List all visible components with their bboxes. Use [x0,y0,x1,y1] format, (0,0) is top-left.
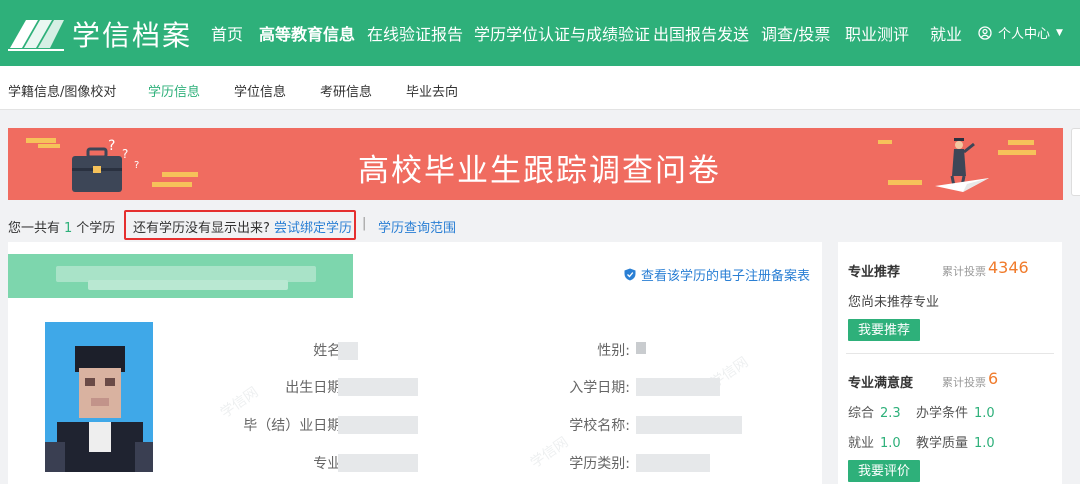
score-overall: 综合 2.3 [848,402,901,421]
value-graduation-redacted [338,416,418,434]
score-overall-value: 2.3 [880,406,901,421]
svg-text:?: ? [134,160,139,171]
paper-plane-icon [935,178,989,192]
question-mark-icon: ? ? ? [108,138,139,171]
brand-name[interactable]: 学信档案 [72,14,192,54]
score-employment-value: 1.0 [880,436,901,451]
value-school-redacted [636,416,742,434]
label-education-type: 学历类别: [569,456,630,472]
nav-employment[interactable]: 就业 [930,21,962,45]
nav-higher-education[interactable]: 高等教育信息 [259,21,355,45]
value-education-type-redacted [636,454,710,472]
top-nav-bar: 学信档案 首页 高等教育信息 在线验证报告 学历学位认证与成绩验证 出国报告发送… [0,0,1080,66]
subnav-status-photo[interactable]: 学籍信息/图像校对 [8,81,116,100]
score-teaching-value: 1.0 [974,436,995,451]
score-employment: 就业 1.0 [848,432,901,451]
redacted-detail [88,280,288,290]
education-count: 1 [64,221,73,236]
recommend-title: 专业推荐 [848,265,901,280]
registration-record-link[interactable]: 查看该学历的电子注册备案表 [624,265,810,284]
satisfaction-votes-label: 累计投票 [942,376,986,389]
education-count-line: 您一共有 1 个学历 [8,217,115,236]
user-circle-icon [978,25,992,40]
value-name-redacted [338,342,358,360]
nav-overseas-report[interactable]: 出国报告发送 [653,21,749,45]
value-gender-redacted [636,342,646,354]
survey-banner[interactable]: ? ? ? 高校毕业生跟踪调查问卷 [8,128,1063,200]
subnav-postgrad-exam[interactable]: 考研信息 [320,81,372,100]
subnav-degree-info[interactable]: 学位信息 [234,81,286,100]
user-center-label: 个人中心 [998,27,1051,42]
value-birth-redacted [338,378,418,396]
score-employment-label: 就业 [848,436,875,451]
pixelated-portrait [45,322,153,472]
record-header-bar [8,254,353,298]
recommend-button[interactable]: 我要推荐 [848,319,921,341]
score-conditions: 办学条件 1.0 [916,402,995,421]
recommend-votes-count: 4346 [988,258,1029,277]
label-major: 专业: [313,456,346,472]
satisfaction-votes-count: 6 [988,369,999,388]
value-major-redacted [338,454,418,472]
score-overall-label: 综合 [848,406,875,421]
svg-text:?: ? [108,138,115,154]
score-conditions-label: 办学条件 [916,406,969,421]
svg-text:?: ? [122,147,128,161]
student-photo [45,322,153,472]
label-gender: 性别: [597,343,630,359]
panel-divider [846,353,1054,354]
satisfaction-title: 专业满意度 [848,376,914,391]
nav-survey-vote[interactable]: 调查/投票 [761,21,830,45]
label-school-name: 学校名称: [569,418,630,434]
evaluate-button[interactable]: 我要评价 [848,460,921,482]
nav-online-verification[interactable]: 在线验证报告 [367,21,463,45]
query-scope-link[interactable]: 学历查询范围 [378,217,456,236]
side-floating-tab[interactable] [1071,128,1080,196]
sub-nav-bar: 学籍信息/图像校对 学历信息 学位信息 考研信息 毕业去向 [0,66,1080,110]
value-enroll-redacted [636,378,720,396]
label-birth-date: 出生日期: [285,380,346,396]
banner-title: 高校毕业生跟踪调查问卷 [358,153,721,189]
caret-down-icon: ▼ [1056,27,1063,38]
score-conditions-value: 1.0 [974,406,995,421]
link-separator: | [362,216,367,231]
nav-career-test[interactable]: 职业测评 [845,21,909,45]
nav-degree-certification[interactable]: 学历学位认证与成绩验证 [474,21,650,45]
user-center-menu[interactable]: 个人中心 ▼ [978,23,1063,42]
recommend-votes-label: 累计投票 [942,265,986,278]
count-prefix: 您一共有 [8,221,61,236]
nav-home[interactable]: 首页 [211,21,243,45]
education-record-card: 查看该学历的电子注册备案表 学信网 学信网 学信网 姓名: 性别: 出生日期: … [8,242,822,484]
missing-education-question: 还有学历没有显示出来? [133,221,270,236]
subnav-education-info[interactable]: 学历信息 [148,81,200,100]
registration-record-label: 查看该学历的电子注册备案表 [641,269,811,284]
logo-book-icon[interactable] [8,12,66,52]
subnav-graduate-destination[interactable]: 毕业去向 [406,81,458,100]
bind-education-link[interactable]: 尝试绑定学历 [274,217,352,236]
score-teaching: 教学质量 1.0 [916,432,995,451]
major-rating-panel: 专业推荐 累计投票 4346 您尚未推荐专业 我要推荐 专业满意度 累计投票 6… [838,242,1062,484]
count-suffix: 个学历 [76,221,116,236]
recommend-status: 您尚未推荐专业 [848,295,940,310]
shield-icon [624,268,636,281]
score-teaching-label: 教学质量 [916,436,969,451]
label-name: 姓名: [313,343,346,359]
label-graduation-date: 毕（结）业日期: [243,418,346,434]
label-enroll-date: 入学日期: [569,380,630,396]
